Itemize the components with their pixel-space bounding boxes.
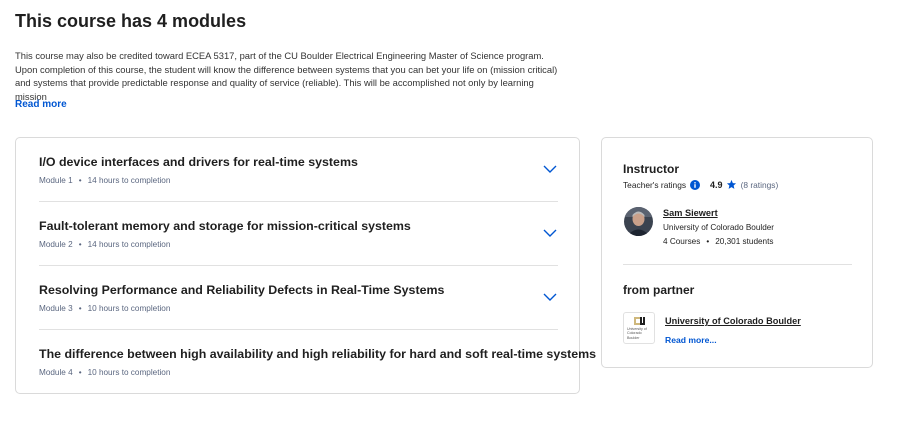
module-number: Module 1 xyxy=(39,176,73,185)
instructor-courses: 4 Courses xyxy=(663,237,701,246)
ratings-label: Teacher's ratings xyxy=(623,179,687,190)
partner-heading: from partner xyxy=(623,283,695,297)
avatar[interactable] xyxy=(624,207,653,236)
module-meta: Module 3 • 10 hours to completion xyxy=(39,304,170,313)
instructor-stats: 4 Courses • 20,301 students xyxy=(663,237,773,246)
info-icon[interactable] xyxy=(690,179,701,190)
rating-count: (8 ratings) xyxy=(740,179,779,190)
chevron-down-icon[interactable] xyxy=(542,226,558,238)
course-description: This course may also be credited toward … xyxy=(15,50,558,102)
partner-read-more-link[interactable]: Read more... xyxy=(665,335,717,345)
module-duration: 10 hours to completion xyxy=(87,368,171,377)
instructor-card: Instructor Teacher's ratings 4.9 (8 rati… xyxy=(601,137,873,368)
module-meta: Module 4 • 10 hours to completion xyxy=(39,368,170,377)
meta-separator: • xyxy=(78,240,82,249)
read-more-link[interactable]: Read more xyxy=(15,99,67,110)
meta-separator: • xyxy=(78,176,82,185)
module-title[interactable]: I/O device interfaces and drivers for re… xyxy=(39,155,358,169)
module-duration: 14 hours to completion xyxy=(87,176,171,185)
instructor-heading: Instructor xyxy=(623,162,680,176)
module-item[interactable]: The difference between high availability… xyxy=(39,330,596,394)
rating-value: 4.9 xyxy=(710,179,723,190)
module-number: Module 4 xyxy=(39,368,73,377)
module-item[interactable]: Resolving Performance and Reliability De… xyxy=(39,266,558,330)
star-icon xyxy=(726,179,737,190)
module-duration: 10 hours to completion xyxy=(87,304,171,313)
page-title: This course has 4 modules xyxy=(15,11,247,31)
partner-name-link[interactable]: University of Colorado Boulder xyxy=(665,316,801,326)
meta-separator: • xyxy=(78,368,82,377)
module-title[interactable]: Resolving Performance and Reliability De… xyxy=(39,283,444,297)
module-title[interactable]: The difference between high availability… xyxy=(39,347,596,361)
module-duration: 14 hours to completion xyxy=(87,240,171,249)
meta-separator: • xyxy=(706,237,710,246)
meta-separator: • xyxy=(78,304,82,313)
module-number: Module 3 xyxy=(39,304,73,313)
teacher-ratings: Teacher's ratings 4.9 (8 ratings) xyxy=(623,179,778,190)
modules-list: I/O device interfaces and drivers for re… xyxy=(15,137,596,394)
instructor-organization: University of Colorado Boulder xyxy=(663,223,775,232)
partner-logo[interactable]: University of Colorado Boulder xyxy=(623,312,655,344)
instructor-name-link[interactable]: Sam Siewert xyxy=(663,208,718,218)
module-item[interactable]: Fault-tolerant memory and storage for mi… xyxy=(39,202,558,266)
cu-logo-icon xyxy=(634,317,645,326)
module-title[interactable]: Fault-tolerant memory and storage for mi… xyxy=(39,219,411,233)
partner-logo-text: University of Colorado Boulder xyxy=(627,327,647,340)
module-meta: Module 2 • 14 hours to completion xyxy=(39,240,170,249)
module-number: Module 2 xyxy=(39,240,73,249)
chevron-down-icon[interactable] xyxy=(542,162,558,174)
module-meta: Module 1 • 14 hours to completion xyxy=(39,176,170,185)
divider xyxy=(623,264,852,265)
instructor-students: 20,301 students xyxy=(715,237,774,246)
chevron-down-icon[interactable] xyxy=(542,290,558,302)
module-item[interactable]: I/O device interfaces and drivers for re… xyxy=(39,138,558,202)
